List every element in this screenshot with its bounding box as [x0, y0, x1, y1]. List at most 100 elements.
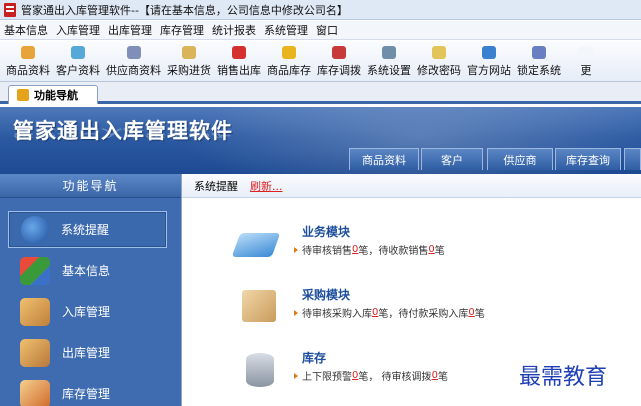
arrow-icon	[294, 372, 298, 379]
toolbar-button[interactable]: 商品资料	[3, 41, 53, 78]
sidebar: 功能导航 系统提醒 基本信息 入库管理 出库管理 库存管理	[0, 174, 181, 406]
toolbar-label: 商品资料	[6, 64, 50, 77]
tab-function-nav[interactable]: 功能导航	[8, 85, 98, 104]
menu-item[interactable]: 基本信息	[0, 22, 52, 38]
database-icon	[246, 353, 274, 387]
sidebar-item-reminders[interactable]: 系统提醒	[8, 211, 167, 248]
menu-item[interactable]: 系统管理	[260, 22, 312, 38]
box-in-icon	[20, 297, 50, 326]
password-icon	[432, 46, 446, 59]
module-title[interactable]: 业务模块	[302, 223, 350, 240]
toolbar-button[interactable]: 锁定系统	[514, 41, 564, 78]
toolbar-label: 库存调拨	[317, 64, 361, 77]
toolbar-button[interactable]: 系统设置	[364, 41, 414, 78]
module-title[interactable]: 采购模块	[302, 286, 350, 303]
module-business: 业务模块 待审核销售 0 笔，待收款销售 0 笔	[231, 223, 636, 271]
toolbar-button[interactable]: 采购进货	[164, 41, 214, 78]
menu-item[interactable]: 入库管理	[52, 22, 104, 38]
tab-label: 功能导航	[34, 89, 78, 102]
breadcrumb-current: 系统提醒	[194, 179, 238, 193]
app-window: 管家通出入库管理软件--【请在基本信息，公司信息中修改公司名】 基本信息 入库管理…	[0, 0, 641, 406]
customer-icon	[71, 46, 85, 59]
sidebar-item-basic-info[interactable]: 基本信息	[8, 252, 167, 289]
website-icon	[482, 46, 496, 59]
toolbar-button[interactable]: 客户资料	[53, 41, 103, 78]
package-icon	[242, 290, 276, 322]
more-icon	[579, 46, 593, 59]
sales-icon	[232, 46, 246, 59]
status-text: 待审核采购入库	[302, 309, 372, 320]
info-icon	[21, 215, 49, 244]
title-bar: 管家通出入库管理软件--【请在基本信息，公司信息中修改公司名】	[0, 0, 641, 20]
module-purchase: 采购模块 待审核采购入库 0 笔，待付款采购入库 0 笔	[236, 286, 636, 334]
settings-icon	[382, 46, 396, 59]
sidebar-item-label: 基本信息	[62, 264, 111, 278]
banner-tab-more[interactable]	[624, 148, 641, 170]
banner-tab-stock-query[interactable]: 库存查询	[555, 148, 621, 170]
refresh-link[interactable]: 刷新...	[250, 178, 283, 194]
transfer-icon	[332, 46, 346, 59]
sidebar-title: 功能导航	[0, 174, 181, 198]
lock-icon	[532, 46, 546, 59]
sidebar-item-inbound[interactable]: 入库管理	[8, 293, 167, 330]
status-text: 笔，待收款销售	[358, 246, 429, 257]
toolbar-button[interactable]: 库存调拨	[314, 41, 364, 78]
status-text: 上下限预警	[302, 372, 352, 383]
status-text: 笔	[434, 246, 445, 257]
window-title: 管家通出入库管理软件--【请在基本信息，公司信息中修改公司名】	[21, 3, 348, 17]
toolbar-button[interactable]: 供应商资料	[103, 41, 164, 78]
supplier-icon	[126, 46, 141, 59]
module-status: 待审核采购入库 0 笔，待付款采购入库 0 笔	[294, 305, 485, 320]
book-icon	[231, 233, 281, 257]
sidebar-item-label: 入库管理	[62, 305, 111, 319]
toolbar-button[interactable]: 更	[564, 41, 608, 78]
toolbar-button[interactable]: 官方网站	[464, 41, 514, 78]
menu-item[interactable]: 统计报表	[208, 22, 260, 38]
box-out-icon	[20, 338, 50, 367]
module-title[interactable]: 库存	[302, 349, 326, 366]
sidebar-item-inventory[interactable]: 库存管理	[8, 375, 167, 406]
toolbar-label: 采购进货	[167, 64, 211, 77]
cubes-icon	[20, 256, 50, 285]
menu-item[interactable]: 窗口	[312, 22, 342, 38]
menu-bar: 基本信息 入库管理 出库管理 库存管理 统计报表 系统管理 窗口	[0, 21, 641, 40]
purchase-icon	[182, 46, 196, 59]
toolbar-label: 官方网站	[467, 64, 511, 77]
sidebar-item-label: 系统提醒	[61, 223, 110, 237]
menu-item[interactable]: 库存管理	[156, 22, 208, 38]
toolbar: 商品资料 客户资料 供应商资料 采购进货 销售出库 商品库存 库存调拨 系统设置 修改密码 官方网…	[0, 41, 641, 82]
banner-tab-goods[interactable]: 商品资料	[349, 148, 419, 170]
status-text: 待审核销售	[302, 246, 352, 257]
toolbar-button[interactable]: 销售出库	[214, 41, 264, 78]
arrow-icon	[294, 309, 298, 316]
sidebar-item-label: 出库管理	[62, 346, 111, 360]
toolbar-label: 锁定系统	[517, 64, 561, 77]
arrow-icon	[294, 246, 298, 253]
tab-strip: 功能导航	[0, 82, 641, 104]
banner-title-reflection: 管家通出入库管理软件	[13, 127, 233, 139]
inventory-icon	[282, 46, 296, 59]
banner-tab-supplier[interactable]: 供应商	[487, 148, 553, 170]
status-text: 笔，待付款采购入库	[378, 309, 469, 320]
toolbar-button[interactable]: 修改密码	[414, 41, 464, 78]
app-icon	[4, 2, 16, 17]
sidebar-item-outbound[interactable]: 出库管理	[8, 334, 167, 371]
goods-icon	[21, 46, 35, 59]
toolbar-label: 更	[580, 64, 592, 77]
status-text: 笔	[474, 309, 485, 320]
nav-home-icon	[17, 89, 29, 101]
status-text: 笔	[437, 372, 448, 383]
toolbar-label: 系统设置	[367, 64, 411, 77]
menu-item[interactable]: 出库管理	[104, 22, 156, 38]
module-status: 待审核销售 0 笔，待收款销售 0 笔	[294, 242, 445, 257]
toolbar-label: 客户资料	[56, 64, 100, 77]
warehouse-icon	[20, 379, 50, 406]
breadcrumb: 系统提醒 刷新...	[182, 174, 641, 198]
status-text: 笔， 待审核调拨	[358, 372, 432, 383]
toolbar-label: 商品库存	[267, 64, 311, 77]
module-status: 上下限预警 0 笔， 待审核调拨 0 笔	[294, 368, 448, 383]
banner-tab-customer[interactable]: 客户	[421, 148, 483, 170]
toolbar-button[interactable]: 商品库存	[264, 41, 314, 78]
watermark: 最需教育	[519, 365, 608, 390]
toolbar-label: 修改密码	[417, 64, 461, 77]
